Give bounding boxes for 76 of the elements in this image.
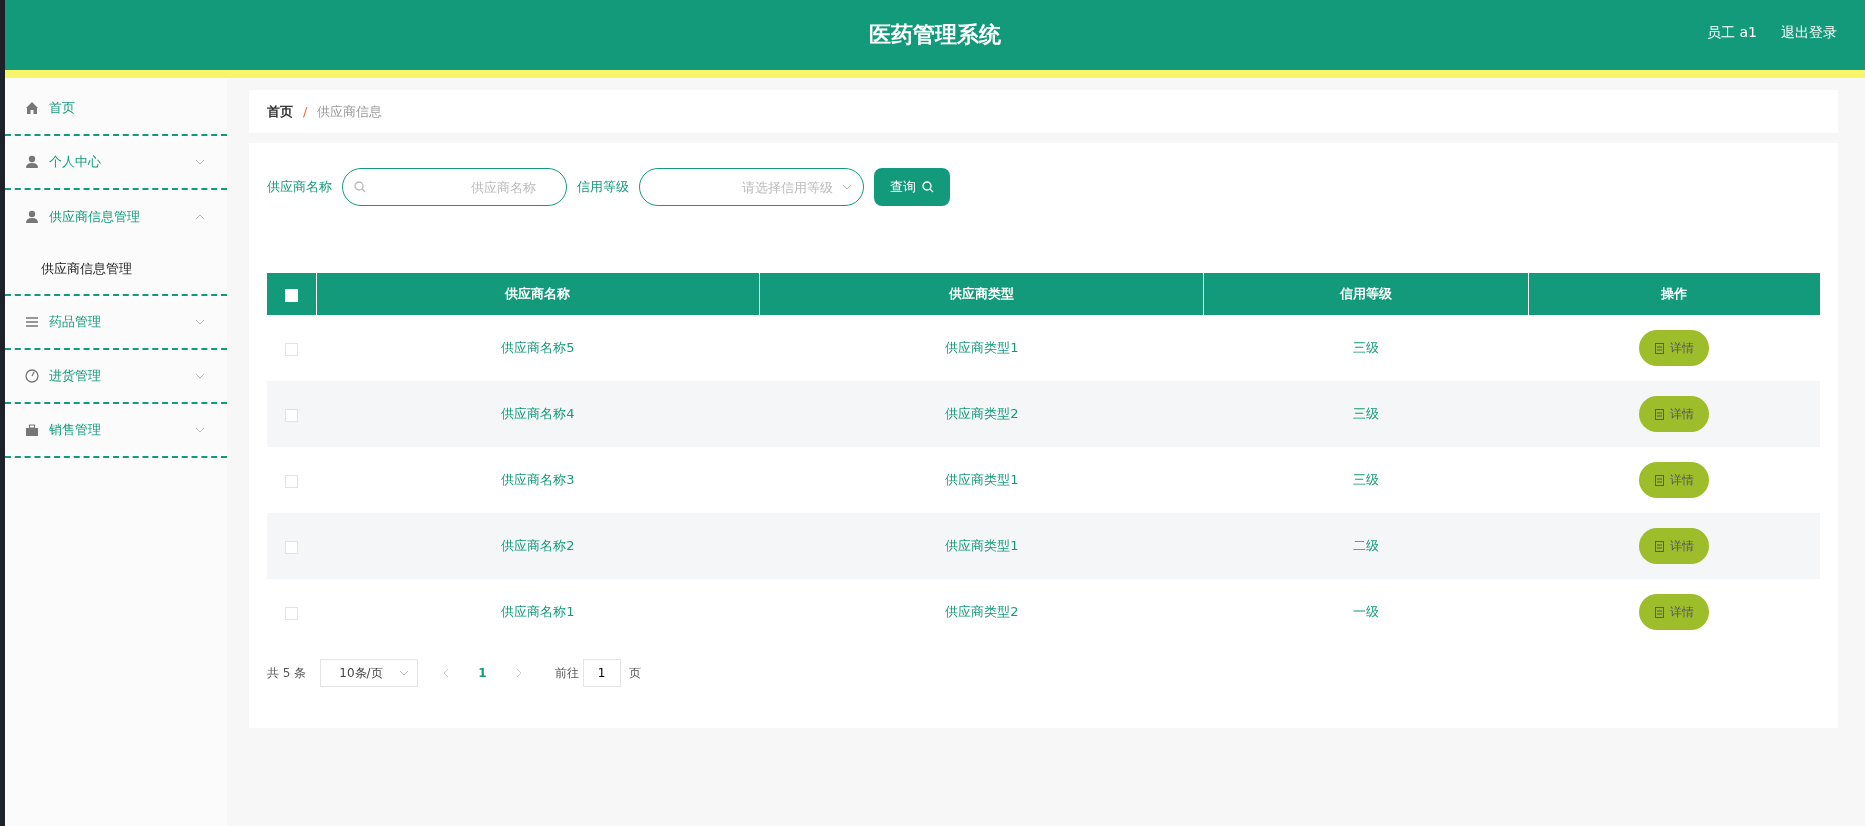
sidebar-item[interactable]: 首页 xyxy=(5,82,227,136)
sidebar-subitem[interactable]: 供应商信息管理 xyxy=(5,244,227,294)
user-label: 员工 a1 xyxy=(1707,24,1757,42)
page-size-select[interactable]: 10条/页 xyxy=(320,659,419,687)
user-icon xyxy=(25,155,39,169)
table-cell: 供应商名称4 xyxy=(316,381,760,447)
detail-button[interactable]: 详情 xyxy=(1639,396,1709,432)
row-checkbox[interactable] xyxy=(285,606,298,620)
breadcrumb-item[interactable]: 首页 xyxy=(267,102,293,121)
table-cell: 供应商类型2 xyxy=(759,381,1204,447)
document-icon xyxy=(1654,606,1664,618)
goto-label: 前往 xyxy=(554,664,579,682)
chevron-icon xyxy=(195,373,205,379)
select-all-checkbox[interactable] xyxy=(284,288,298,302)
column-header: 操作 xyxy=(1528,273,1820,315)
table-cell: 三级 xyxy=(1203,447,1528,513)
search-icon xyxy=(922,181,934,193)
document-icon xyxy=(1654,540,1664,552)
page-input[interactable]: 1 xyxy=(582,659,621,687)
row-checkbox[interactable] xyxy=(285,408,298,422)
briefcase-icon xyxy=(25,423,39,437)
chevron-icon xyxy=(842,184,852,190)
table-cell: 三级 xyxy=(1203,315,1528,381)
breadcrumb-item: 供应商信息 xyxy=(317,102,383,121)
list-icon xyxy=(25,315,39,329)
prev-page-icon[interactable] xyxy=(442,668,451,678)
field-label: 供应商名称 xyxy=(267,178,332,196)
gauge-icon xyxy=(25,369,39,383)
detail-button[interactable]: 详情 xyxy=(1639,330,1709,366)
row-checkbox[interactable] xyxy=(285,474,298,488)
table-cell: 三级 xyxy=(1203,381,1528,447)
column-header: 供应商类型 xyxy=(759,273,1204,315)
document-icon xyxy=(1654,342,1664,354)
chevron-icon xyxy=(399,670,410,676)
column-header: 信用等级 xyxy=(1203,273,1528,315)
chevron-icon xyxy=(195,427,205,433)
table-cell: 供应商名称3 xyxy=(316,447,760,513)
row-checkbox[interactable] xyxy=(285,540,298,554)
home-icon xyxy=(25,101,39,115)
next-page-icon[interactable] xyxy=(514,668,523,678)
sidebar-item[interactable]: 供应商信息管理 xyxy=(5,190,227,244)
app-title: 医药管理系统 xyxy=(869,21,1001,49)
table-cell: 供应商类型2 xyxy=(759,579,1204,645)
detail-button[interactable]: 详情 xyxy=(1639,528,1709,564)
input-field[interactable]: 供应商名称 xyxy=(342,168,567,206)
table-cell: 供应商类型1 xyxy=(759,513,1204,579)
breadcrumb-separator: / xyxy=(303,104,308,119)
chevron-icon xyxy=(195,319,205,325)
sidebar-item[interactable]: 销售管理 xyxy=(5,404,227,458)
sidebar-item[interactable]: 个人中心 xyxy=(5,136,227,190)
table-cell: 供应商类型1 xyxy=(759,447,1204,513)
table-cell: 供应商名称1 xyxy=(316,579,760,645)
search-button[interactable]: 查询 xyxy=(874,168,950,206)
select-field[interactable]: 请选择信用等级 xyxy=(639,168,864,206)
sidebar-item[interactable]: 进货管理 xyxy=(5,350,227,404)
row-checkbox[interactable] xyxy=(285,342,298,356)
table-cell: 供应商名称2 xyxy=(316,513,760,579)
detail-button[interactable]: 详情 xyxy=(1639,462,1709,498)
sidebar-item[interactable]: 药品管理 xyxy=(5,296,227,350)
column-header: 供应商名称 xyxy=(316,273,760,315)
logout-link[interactable]: 退出登录 xyxy=(1781,24,1837,42)
page-number[interactable]: 1 xyxy=(464,666,501,680)
document-icon xyxy=(1654,408,1664,420)
chevron-icon xyxy=(195,159,205,165)
chevron-icon xyxy=(195,214,205,220)
document-icon xyxy=(1654,474,1664,486)
search-icon xyxy=(354,181,366,193)
table-cell: 供应商类型1 xyxy=(759,315,1204,381)
user-icon xyxy=(25,210,39,224)
page-unit: 页 xyxy=(628,664,641,682)
detail-button[interactable]: 详情 xyxy=(1639,594,1709,630)
field-label: 信用等级 xyxy=(577,178,629,196)
total-count: 共 5 条 xyxy=(267,664,307,682)
table-cell: 二级 xyxy=(1203,513,1528,579)
table-cell: 供应商名称5 xyxy=(316,315,760,381)
table-cell: 一级 xyxy=(1203,579,1528,645)
